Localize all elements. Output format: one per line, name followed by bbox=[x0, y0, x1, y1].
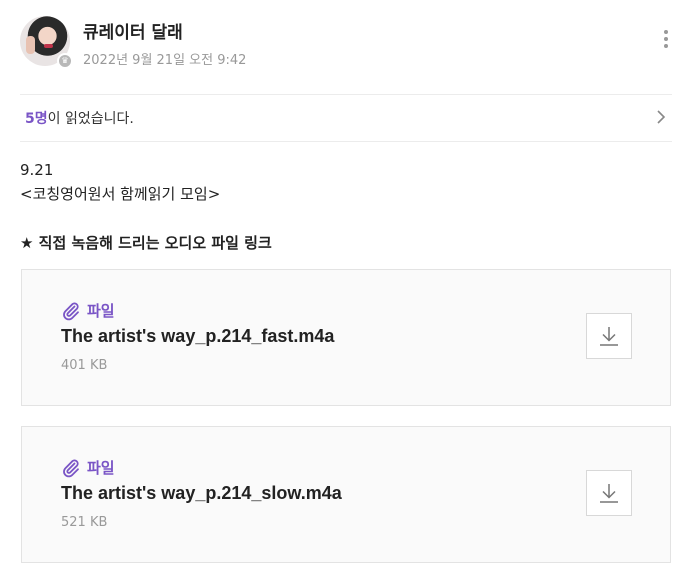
crown-icon: ♛ bbox=[57, 53, 73, 69]
body-line: <코칭영어원서 함께읽기 모임> bbox=[20, 185, 221, 203]
post-header: ♛ 큐레이터 달래 2022년 9월 21일 오전 9:42 bbox=[20, 16, 680, 72]
file-size: 521 KB bbox=[61, 515, 108, 530]
paperclip-icon bbox=[63, 459, 79, 477]
download-button[interactable] bbox=[586, 470, 632, 516]
file-label: 파일 bbox=[87, 459, 115, 477]
post-body: 9.21 <코칭영어원서 함께읽기 모임> bbox=[20, 158, 220, 206]
file-label: 파일 bbox=[87, 302, 115, 320]
file-attachment[interactable]: 파일 The artist's way_p.214_slow.m4a 521 K… bbox=[21, 426, 671, 563]
avatar-hand bbox=[26, 36, 35, 54]
vertical-dots-icon[interactable] bbox=[664, 30, 668, 50]
body-line: 9.21 bbox=[20, 161, 54, 179]
download-icon bbox=[600, 327, 618, 346]
avatar-lips bbox=[44, 44, 53, 48]
reader-count: 5명 bbox=[25, 111, 48, 127]
readers-row[interactable]: 5명 이 읽었습니다. bbox=[20, 96, 672, 140]
download-icon bbox=[600, 484, 618, 503]
divider bbox=[20, 94, 672, 95]
chevron-right-icon bbox=[657, 110, 666, 124]
file-attachment[interactable]: 파일 The artist's way_p.214_fast.m4a 401 K… bbox=[21, 269, 671, 406]
author-name[interactable]: 큐레이터 달래 bbox=[83, 18, 183, 43]
file-name[interactable]: The artist's way_p.214_fast.m4a bbox=[61, 326, 334, 347]
file-size: 401 KB bbox=[61, 358, 108, 373]
file-name[interactable]: The artist's way_p.214_slow.m4a bbox=[61, 483, 342, 504]
reader-count-suffix: 이 읽었습니다. bbox=[47, 111, 134, 127]
download-button[interactable] bbox=[586, 313, 632, 359]
file-label-row: 파일 bbox=[61, 300, 115, 321]
divider bbox=[20, 141, 672, 142]
link-heading: ★ 직접 녹음해 드리는 오디오 파일 링크 bbox=[20, 234, 272, 252]
file-label-row: 파일 bbox=[61, 457, 115, 478]
post-date: 2022년 9월 21일 오전 9:42 bbox=[83, 53, 247, 68]
paperclip-icon bbox=[63, 302, 79, 320]
